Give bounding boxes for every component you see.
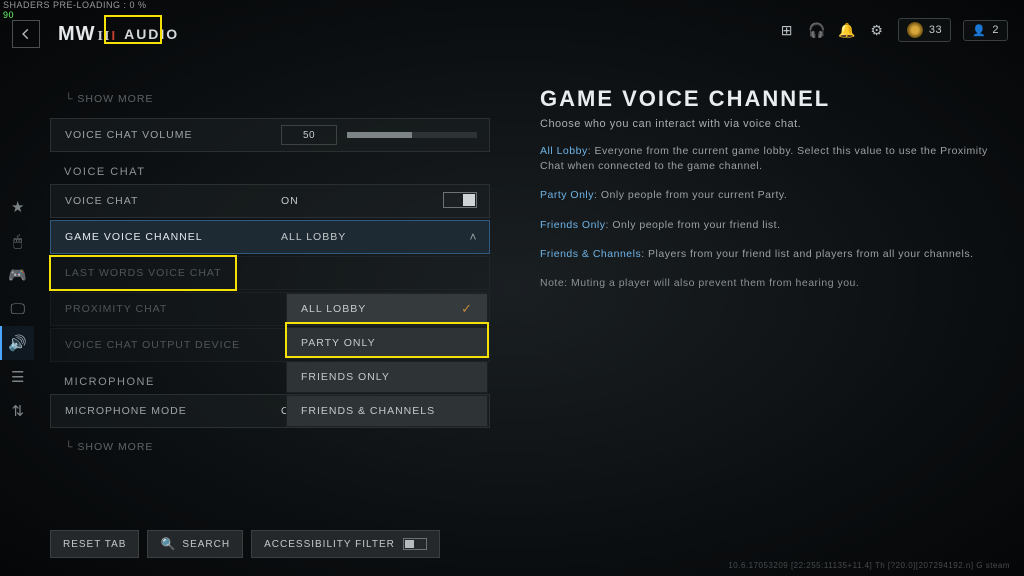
label-game-voice-channel: GAME VOICE CHANNEL: [51, 231, 281, 243]
logo-mw: MW: [58, 23, 96, 46]
side-tab-gamepad[interactable]: 🎮: [0, 258, 34, 292]
version-string: 10.6.17053209 [22:255:11135+11.4] Th [?2…: [728, 561, 1010, 570]
gear-icon[interactable]: ⚙: [868, 21, 886, 39]
bell-icon[interactable]: 🔔: [838, 21, 856, 39]
section-title-audio: AUDIO: [124, 26, 179, 42]
top-right-cluster: ⊞ 🎧 🔔 ⚙ 33 👤 2: [778, 18, 1008, 42]
side-tab-audio[interactable]: 🔊: [0, 326, 34, 360]
game-voice-channel-value: ALL LOBBY: [281, 231, 346, 243]
label-voice-chat-volume: VOICE CHAT VOLUME: [51, 129, 281, 141]
dropdown-option-friends-only[interactable]: FRIENDS ONLY: [286, 361, 488, 393]
description-title: GAME VOICE CHANNEL: [540, 86, 1000, 112]
voice-chat-value: ON: [281, 195, 299, 207]
row-voice-chat-volume[interactable]: VOICE CHAT VOLUME 50: [50, 118, 490, 152]
side-tab-mouse[interactable]: 🖱: [0, 224, 34, 258]
show-more-top[interactable]: └ SHOW MORE: [50, 82, 490, 116]
show-more-bottom[interactable]: └ SHOW MORE: [50, 430, 490, 464]
voice-chat-toggle[interactable]: [443, 192, 477, 208]
logo-three: I: [111, 28, 116, 43]
side-tab-strip: ★ 🖱 🎮 🖵 🔊 ☰ ⇅: [0, 190, 34, 428]
description-panel: GAME VOICE CHANNEL Choose who you can in…: [540, 86, 1000, 291]
dropdown-option-party-only[interactable]: PARTY ONLY: [286, 327, 488, 359]
label-microphone-mode: MICROPHONE MODE: [51, 405, 281, 417]
headset-icon[interactable]: 🎧: [808, 21, 826, 39]
side-tab-network[interactable]: ⇅: [0, 394, 34, 428]
performance-overlay: SHADERS PRE-LOADING : 0 % 90: [0, 0, 150, 22]
dropdown-option-label: FRIENDS & CHANNELS: [301, 405, 435, 417]
description-subtitle: Choose who you can interact with via voi…: [540, 118, 1000, 130]
currency-value: 33: [929, 24, 942, 36]
description-line: All Lobby: Everyone from the current gam…: [540, 144, 1000, 174]
shader-preloading: SHADERS PRE-LOADING : 0 %: [3, 1, 147, 11]
accessibility-filter-button[interactable]: ACCESSIBILITY FILTER: [251, 530, 440, 558]
grid-icon[interactable]: ⊞: [778, 21, 796, 39]
row-game-voice-channel[interactable]: GAME VOICE CHANNEL ALL LOBBY ˄: [50, 220, 490, 254]
accessibility-toggle[interactable]: [403, 538, 427, 550]
side-tab-star[interactable]: ★: [0, 190, 34, 224]
side-tab-display[interactable]: 🖵: [0, 292, 34, 326]
bottom-button-bar: RESET TAB 🔍SEARCH ACCESSIBILITY FILTER: [50, 530, 440, 558]
dropdown-option-label: ALL LOBBY: [301, 303, 366, 315]
side-tab-interface[interactable]: ☰: [0, 360, 34, 394]
description-line: Friends & Channels: Players from your fr…: [540, 247, 1000, 262]
chevron-up-icon: ˄: [469, 230, 477, 244]
voice-chat-volume-value[interactable]: 50: [281, 125, 337, 145]
social-count: 2: [992, 24, 999, 36]
game-voice-channel-dropdown: ALL LOBBY ✓ PARTY ONLY FRIENDS ONLY FRIE…: [286, 293, 488, 429]
reset-tab-button[interactable]: RESET TAB: [50, 530, 139, 558]
currency-badge[interactable]: 33: [898, 18, 951, 42]
person-icon: 👤: [972, 24, 986, 37]
dropdown-option-friends-channels[interactable]: FRIENDS & CHANNELS: [286, 395, 488, 427]
label-proximity: PROXIMITY CHAT: [51, 303, 281, 315]
settings-panel: └ SHOW MORE VOICE CHAT VOLUME 50 VOICE C…: [50, 82, 490, 512]
label-output-device: VOICE CHAT OUTPUT DEVICE: [51, 339, 281, 351]
row-voice-chat[interactable]: VOICE CHAT ON: [50, 184, 490, 218]
section-voice-chat: VOICE CHAT: [50, 154, 490, 184]
fps-counter: 90: [3, 11, 147, 21]
description-line: Friends Only: Only people from your frie…: [540, 218, 1000, 233]
description-note: Note: Muting a player will also prevent …: [540, 276, 1000, 291]
description-line: Party Only: Only people from your curren…: [540, 188, 1000, 203]
currency-icon: [907, 22, 923, 38]
search-icon: 🔍: [160, 537, 176, 551]
label-voice-chat: VOICE CHAT: [51, 195, 281, 207]
check-icon: ✓: [461, 301, 473, 317]
back-button[interactable]: [12, 20, 40, 48]
logo-roman: II: [98, 29, 111, 45]
dropdown-option-all-lobby[interactable]: ALL LOBBY ✓: [286, 293, 488, 325]
voice-chat-volume-slider[interactable]: [347, 132, 477, 138]
game-logo: MWIII: [58, 23, 116, 46]
label-last-words: LAST WORDS VOICE CHAT: [51, 267, 281, 279]
search-button[interactable]: 🔍SEARCH: [147, 530, 243, 558]
dropdown-option-label: PARTY ONLY: [301, 337, 376, 349]
dropdown-option-label: FRIENDS ONLY: [301, 371, 390, 383]
social-badge[interactable]: 👤 2: [963, 20, 1008, 41]
row-last-words[interactable]: LAST WORDS VOICE CHAT: [50, 256, 490, 290]
